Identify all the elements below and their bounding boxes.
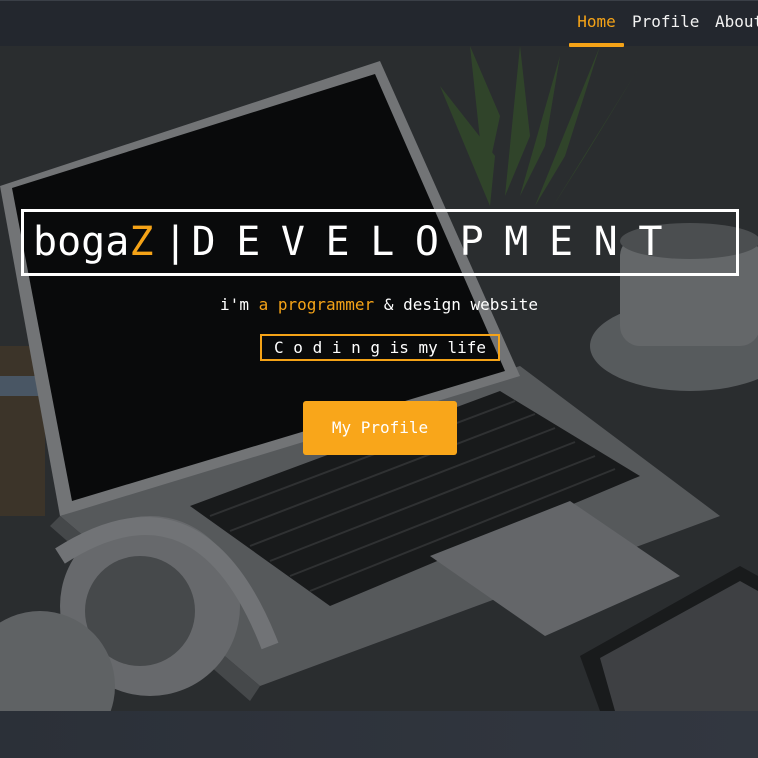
nav-profile-link[interactable]: Profile (632, 1, 699, 47)
top-navbar: Home Profile About (0, 0, 758, 47)
title-word: DEVELOPMENT (191, 219, 684, 265)
tagline-prefix: i'm (220, 295, 249, 314)
hero-section: bogaZ | DEVELOPMENT i'm a programmer & des… (0, 46, 758, 711)
nav-home-link[interactable]: Home (569, 1, 624, 47)
title-accent-letter: Z (129, 219, 154, 265)
title-separator: | (163, 219, 188, 265)
motto-badge: C o d i n g is my life (260, 334, 500, 361)
nav-about-link[interactable]: About (715, 1, 758, 47)
site-title: bogaZ | DEVELOPMENT (21, 209, 739, 276)
motto-spaced: C o d i n g (274, 338, 380, 357)
my-profile-button[interactable]: My Profile (303, 401, 457, 455)
motto-rest: is my life (389, 338, 486, 357)
title-name: boga (33, 219, 130, 265)
tagline-suffix: & design website (383, 295, 538, 314)
footer-band (0, 711, 758, 758)
tagline: i'm a programmer & design website (0, 295, 758, 314)
tagline-accent: a programmer (258, 295, 375, 314)
